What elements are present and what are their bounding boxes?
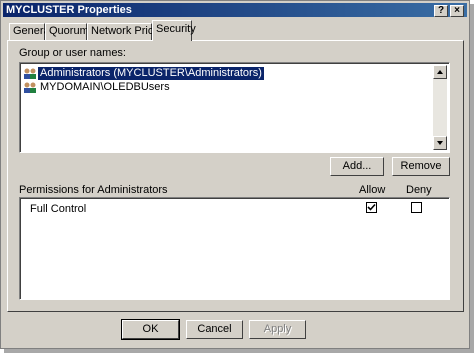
tab-network-priority[interactable]: Network Priority bbox=[87, 23, 169, 40]
checkmark-icon bbox=[367, 203, 376, 211]
permissions-label: Permissions for Administrators bbox=[19, 184, 168, 196]
window-title: MYCLUSTER Properties bbox=[6, 4, 132, 16]
vertical-scrollbar[interactable] bbox=[433, 65, 447, 150]
tab-quorum[interactable]: Quorum bbox=[45, 23, 89, 40]
close-icon: × bbox=[454, 5, 460, 16]
close-button[interactable]: × bbox=[450, 5, 464, 17]
deny-header: Deny bbox=[406, 184, 432, 196]
tab-general[interactable]: General bbox=[9, 23, 52, 40]
group-icon bbox=[23, 67, 37, 80]
arrow-down-icon bbox=[437, 141, 443, 145]
scroll-up-button[interactable] bbox=[433, 65, 447, 79]
add-button[interactable]: Add... bbox=[330, 157, 384, 176]
allow-checkbox[interactable] bbox=[366, 202, 377, 213]
deny-checkbox[interactable] bbox=[411, 202, 422, 213]
security-panel: Group or user names: Administrators (MYC… bbox=[7, 40, 464, 312]
remove-button[interactable]: Remove bbox=[392, 157, 450, 176]
title-bar[interactable]: MYCLUSTER Properties ? × bbox=[3, 3, 467, 17]
help-button[interactable]: ? bbox=[434, 5, 448, 17]
scroll-down-button[interactable] bbox=[433, 136, 447, 150]
group-label: Group or user names: bbox=[19, 47, 126, 59]
user-list[interactable]: Administrators (MYCLUSTER\Administrators… bbox=[19, 62, 450, 153]
permission-name: Full Control bbox=[30, 203, 87, 215]
list-item[interactable]: Administrators (MYCLUSTER\Administrators… bbox=[23, 67, 433, 80]
arrow-up-icon bbox=[437, 70, 443, 74]
properties-dialog: MYCLUSTER Properties ? × General Quorum … bbox=[0, 0, 470, 349]
group-icon bbox=[23, 81, 37, 94]
tab-security[interactable]: Security bbox=[152, 20, 196, 41]
user-name: MYDOMAIN\OLEDBUsers bbox=[40, 81, 170, 93]
ok-button[interactable]: OK bbox=[121, 319, 180, 340]
apply-button: Apply bbox=[249, 320, 306, 339]
user-name: Administrators (MYCLUSTER\Administrators… bbox=[38, 67, 264, 80]
list-item[interactable]: MYDOMAIN\OLEDBUsers bbox=[23, 81, 172, 94]
permissions-list: Full Control bbox=[19, 197, 450, 300]
allow-header: Allow bbox=[359, 184, 386, 196]
cancel-button[interactable]: Cancel bbox=[186, 320, 243, 339]
